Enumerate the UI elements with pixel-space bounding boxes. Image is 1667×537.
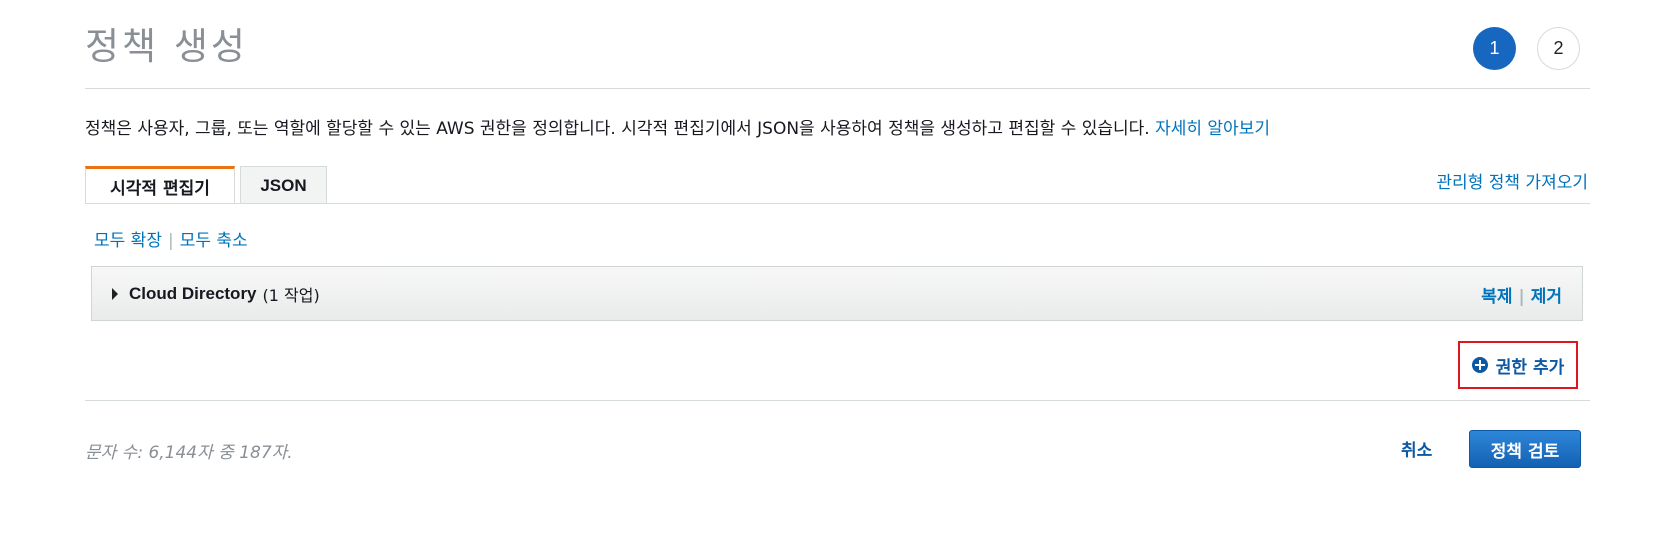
service-panel-actions: 복제 | 제거 — [1481, 282, 1562, 307]
service-action-count: (1 작업) — [262, 285, 320, 305]
tabs-divider — [85, 203, 1590, 204]
tab-visual-editor[interactable]: 시각적 편집기 — [85, 166, 235, 204]
step-indicator-2: 2 — [1537, 27, 1580, 70]
policy-description: 정책은 사용자, 그룹, 또는 역할에 할당할 수 있는 AWS 권한을 정의합… — [85, 114, 1270, 139]
expand-all-link[interactable]: 모두 확장 — [94, 231, 162, 251]
service-name: Cloud Directory — [129, 283, 257, 303]
panel-action-separator: | — [1518, 287, 1525, 307]
add-permissions-label: 권한 추가 — [1495, 357, 1565, 378]
step-indicator-1: 1 — [1473, 27, 1516, 70]
footer-divider — [85, 400, 1590, 401]
caret-right-icon[interactable] — [112, 287, 118, 300]
learn-more-link[interactable]: 자세히 알아보기 — [1155, 119, 1270, 139]
expand-separator: | — [167, 231, 174, 251]
duplicate-link[interactable]: 복제 — [1481, 287, 1512, 307]
cancel-button[interactable]: 취소 — [1401, 436, 1432, 461]
import-managed-policy-link[interactable]: 관리형 정책 가져오기 — [1436, 168, 1588, 193]
remove-link[interactable]: 제거 — [1531, 287, 1562, 307]
description-text: 정책은 사용자, 그룹, 또는 역할에 할당할 수 있는 AWS 권한을 정의합… — [85, 119, 1156, 139]
character-count: 문자 수: 6,144자 중 187자. — [85, 443, 293, 463]
service-panel-cloud-directory[interactable]: Cloud Directory (1 작업) 복제 | 제거 — [91, 266, 1583, 321]
header-divider — [85, 88, 1590, 89]
collapse-all-link[interactable]: 모두 축소 — [180, 231, 248, 251]
add-permissions-button[interactable]: 권한 추가 — [1458, 341, 1578, 389]
plus-circle-icon — [1471, 357, 1488, 373]
review-policy-button[interactable]: 정책 검토 — [1469, 430, 1581, 468]
tab-json[interactable]: JSON — [240, 166, 327, 204]
expand-controls: 모두 확장 | 모두 축소 — [94, 226, 248, 251]
page-title: 정책 생성 — [85, 25, 248, 68]
